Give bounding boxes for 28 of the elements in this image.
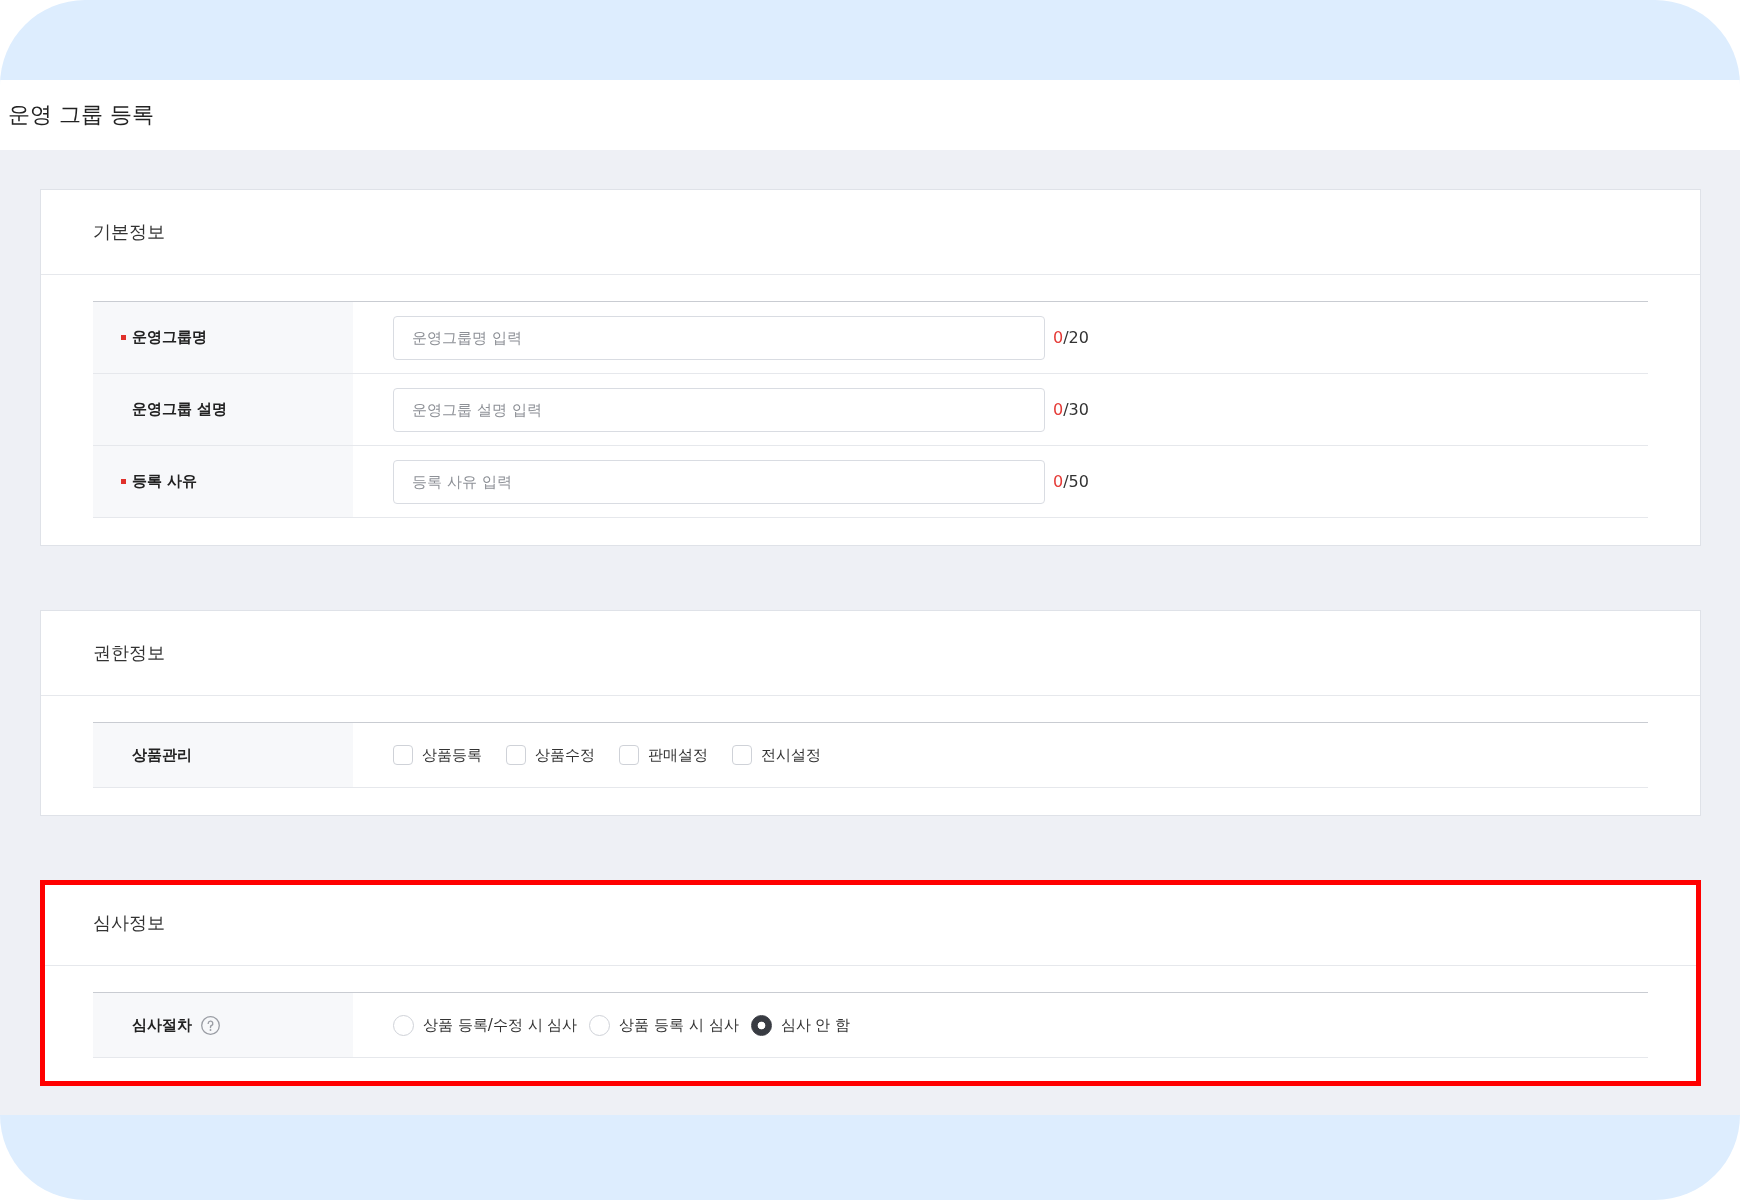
field-label: 등록 사유	[132, 472, 198, 491]
radio-button[interactable]	[750, 1014, 772, 1036]
section-title: 심사정보	[93, 911, 165, 935]
field-label: 상품관리	[132, 745, 192, 765]
checkbox[interactable]	[506, 745, 526, 765]
checkbox-label: 전시설정	[761, 745, 821, 765]
radio-label: 상품 등록 시 심사	[619, 1015, 739, 1035]
radio-label: 심사 안 함	[780, 1015, 851, 1035]
help-icon[interactable]	[201, 1015, 220, 1035]
checkbox[interactable]	[619, 745, 639, 765]
field-label: 운영그룹명	[132, 328, 207, 347]
text-input[interactable]: 등록 사유 입력	[393, 459, 1045, 504]
checkbox[interactable]	[393, 745, 413, 765]
checkbox-label: 상품등록	[422, 745, 482, 765]
checkbox[interactable]	[732, 745, 752, 765]
field-label: 심사절차	[132, 1015, 192, 1035]
char-counter: 0/30	[1053, 400, 1089, 419]
section-title: 기본정보	[93, 220, 165, 244]
checkbox-label: 상품수정	[535, 745, 595, 765]
checkbox-label: 판매설정	[648, 745, 708, 765]
field-label: 운영그룹 설명	[132, 400, 228, 419]
radio-label: 상품 등록/수정 시 심사	[423, 1015, 578, 1035]
char-counter: 0/50	[1053, 472, 1089, 491]
section-title: 권한정보	[93, 641, 165, 665]
page-title: 운영 그룹 등록	[8, 101, 154, 129]
text-input[interactable]: 운영그룹 설명 입력	[393, 387, 1045, 432]
text-input[interactable]: 운영그룹명 입력	[393, 315, 1045, 360]
char-counter: 0/20	[1053, 328, 1089, 347]
